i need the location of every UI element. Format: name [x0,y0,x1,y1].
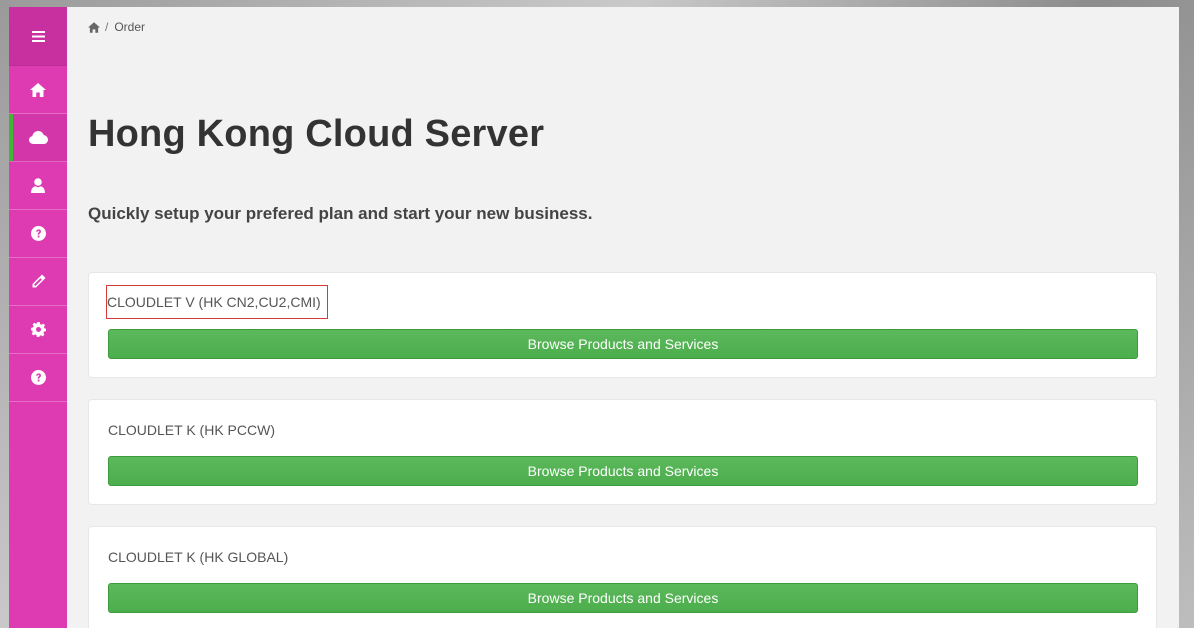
sidebar [9,7,67,628]
browse-products-button[interactable]: Browse Products and Services [108,329,1138,359]
breadcrumb-separator: / [105,20,109,34]
question-circle-icon [30,226,46,241]
product-card: CLOUDLET V (HK CN2,CU2,CMI) Browse Produ… [88,272,1157,378]
sidebar-item-help[interactable] [9,210,67,258]
sidebar-item-home[interactable] [9,66,67,114]
breadcrumb: / Order [88,20,145,34]
question-circle-icon [30,370,46,385]
breadcrumb-current: Order [114,20,146,34]
home-icon [30,82,46,97]
page-subtitle: Quickly setup your prefered plan and sta… [88,204,593,223]
product-card-title: CLOUDLET V (HK CN2,CU2,CMI) [106,285,328,319]
hamburger-icon [31,30,45,42]
sidebar-item-support[interactable] [9,354,67,402]
browse-products-button[interactable]: Browse Products and Services [108,583,1138,613]
browse-products-button[interactable]: Browse Products and Services [108,456,1138,486]
pencil-icon [32,274,45,288]
main-content: / Order Hong Kong Cloud Server Quickly s… [67,7,1179,628]
product-card-title: CLOUDLET K (HK PCCW) [108,422,275,438]
sidebar-item-cloud[interactable] [9,114,67,162]
gear-icon [30,322,46,337]
sidebar-menu-toggle[interactable] [9,7,67,66]
sidebar-item-edit[interactable] [9,258,67,306]
product-card: CLOUDLET K (HK PCCW) Browse Products and… [88,399,1157,505]
page-title: Hong Kong Cloud Server [88,113,545,155]
sidebar-item-account[interactable] [9,162,67,210]
product-card-title: CLOUDLET K (HK GLOBAL) [108,549,289,565]
sidebar-item-settings[interactable] [9,306,67,354]
user-icon [31,178,45,193]
product-card: CLOUDLET K (HK GLOBAL) Browse Products a… [88,526,1157,628]
cloud-icon [28,131,48,144]
home-icon[interactable] [88,21,100,33]
